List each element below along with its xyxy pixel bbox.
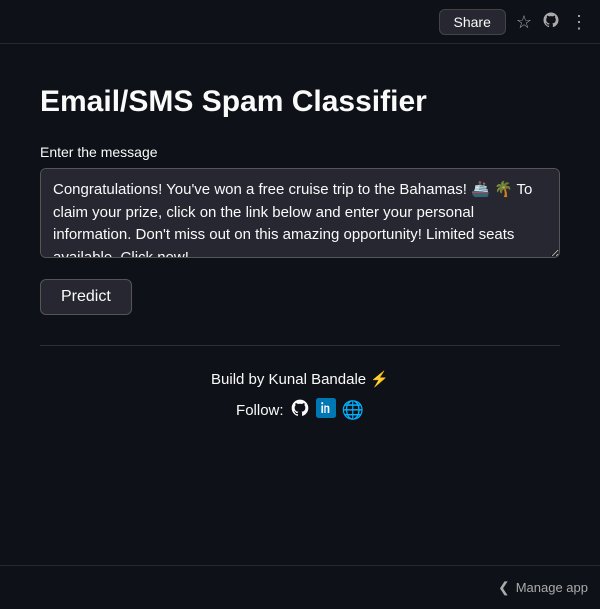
manage-app-button[interactable]: ❮ Manage app <box>498 579 588 596</box>
top-bar-actions: Share ☆ ⋮ <box>439 9 589 35</box>
github-icon[interactable] <box>542 11 560 32</box>
footer-web-icon[interactable]: 🌐 <box>342 400 364 421</box>
share-label: Share <box>454 14 491 30</box>
build-text: Build by Kunal Bandale ⚡ <box>40 370 560 388</box>
input-section: Enter the message Congratulations! You'v… <box>40 144 560 263</box>
follow-row: Follow: 🌐 <box>40 398 560 423</box>
follow-label: Follow: <box>236 402 284 419</box>
star-icon[interactable]: ☆ <box>516 13 532 31</box>
input-label: Enter the message <box>40 144 560 160</box>
chevron-left-icon: ❮ <box>498 579 510 596</box>
share-button[interactable]: Share <box>439 9 506 35</box>
predict-button[interactable]: Predict <box>40 279 132 315</box>
message-input[interactable]: Congratulations! You've won a free cruis… <box>40 168 560 258</box>
manage-app-label: Manage app <box>516 580 588 595</box>
app-title: Email/SMS Spam Classifier <box>40 84 560 120</box>
bottom-bar: ❮ Manage app <box>0 565 600 609</box>
main-content: Email/SMS Spam Classifier Enter the mess… <box>0 44 600 565</box>
top-bar: Share ☆ ⋮ <box>0 0 600 44</box>
footer-linkedin-icon[interactable] <box>316 398 336 423</box>
footer-github-icon[interactable] <box>290 398 310 423</box>
divider <box>40 345 560 346</box>
more-menu-icon[interactable]: ⋮ <box>570 13 588 31</box>
